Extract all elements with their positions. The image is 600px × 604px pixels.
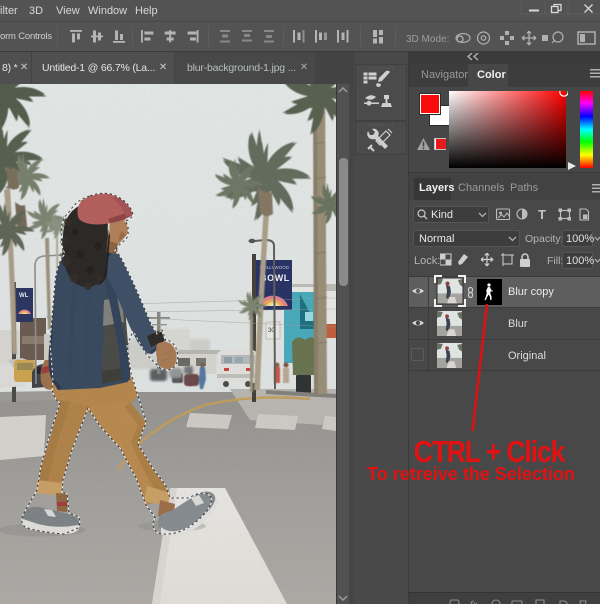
svg-text:3D Mode:: 3D Mode:: [406, 34, 449, 45]
svg-text:fx: fx: [470, 599, 478, 604]
svg-text:T: T: [538, 207, 546, 222]
